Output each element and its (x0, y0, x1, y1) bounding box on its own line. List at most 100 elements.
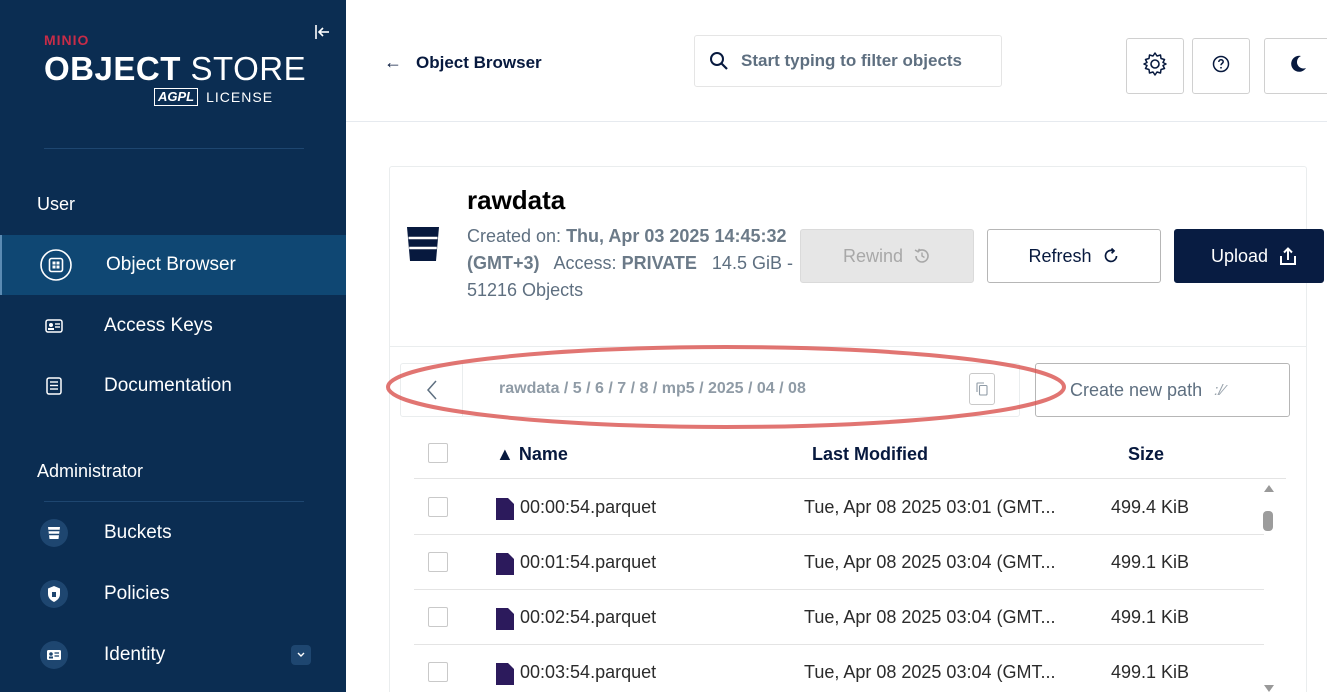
administrator-section-label: Administrator (37, 461, 144, 481)
sidebar-item-label: Buckets (104, 522, 172, 543)
column-header-size[interactable]: Size (1128, 444, 1164, 465)
new-path-icon: :/⁄ (1214, 381, 1225, 399)
license-label: LICENSE (206, 89, 274, 105)
row-checkbox[interactable] (428, 607, 448, 627)
sidebar-item-documentation[interactable]: Documentation (0, 356, 346, 416)
chevron-left-icon (426, 380, 437, 400)
column-header-name[interactable]: ▲ Name (496, 444, 568, 465)
chevron-down-icon[interactable] (291, 645, 311, 665)
moon-icon (1288, 54, 1308, 79)
table-scrollbar[interactable] (1262, 485, 1274, 692)
access-keys-icon (36, 308, 72, 344)
sidebar-item-label: Access Keys (104, 315, 213, 336)
file-icon (496, 608, 514, 635)
bucket-name: rawdata (467, 185, 566, 215)
file-name: 00:02:54.parquet (520, 607, 657, 627)
path-back-button[interactable] (401, 364, 463, 416)
dark-mode-button[interactable] (1264, 38, 1327, 94)
sidebar-item-label: Policies (104, 583, 170, 604)
file-icon (496, 498, 514, 525)
table-row[interactable]: 00:02:54.parquet Tue, Apr 08 2025 03:04 … (414, 590, 1264, 645)
select-all-checkbox[interactable] (428, 443, 448, 463)
access-label: Access: (553, 253, 622, 273)
refresh-icon (1104, 247, 1117, 263)
scroll-down-arrow-icon[interactable] (1264, 685, 1274, 692)
table-row[interactable]: 00:01:54.parquet Tue, Apr 08 2025 03:04 … (414, 535, 1264, 590)
documentation-icon (36, 368, 72, 404)
policy-icon (36, 576, 72, 612)
settings-icon (1142, 51, 1168, 82)
sidebar-item-label: Object Browser (106, 254, 236, 275)
table-row[interactable]: 00:00:54.parquet Tue, Apr 08 2025 03:01 … (414, 480, 1264, 535)
sidebar-item-object-browser[interactable]: Object Browser (0, 235, 346, 295)
sidebar-divider (44, 148, 304, 149)
brand-logo: MINIO OBJECT STORE AGPL LICENSE (44, 32, 307, 106)
collapse-sidebar-icon[interactable] (312, 22, 332, 44)
upload-label: Upload (1211, 245, 1269, 266)
file-size: 499.1 KiB (1111, 552, 1190, 572)
file-last-modified: Tue, Apr 08 2025 03:04 (GMT... (804, 607, 1056, 627)
settings-button[interactable] (1126, 38, 1184, 94)
upload-icon (1280, 247, 1297, 265)
file-last-modified: Tue, Apr 08 2025 03:04 (GMT... (804, 662, 1056, 682)
help-button[interactable] (1192, 38, 1250, 94)
sidebar-item-policies[interactable]: Policies (0, 564, 346, 624)
copy-icon (976, 382, 988, 396)
bucket-card: rawdata Created on: Thu, Apr 03 2025 14:… (386, 166, 1324, 692)
table-row[interactable]: 00:03:54.parquet Tue, Apr 08 2025 03:04 … (414, 645, 1264, 692)
refresh-button[interactable]: Refresh (987, 229, 1161, 283)
identity-icon (36, 637, 72, 673)
file-name: 00:01:54.parquet (520, 552, 657, 572)
row-checkbox[interactable] (428, 552, 448, 572)
file-icon (496, 663, 514, 690)
rewind-label: Rewind (842, 245, 904, 266)
search-box[interactable] (694, 35, 1002, 87)
create-new-path-label: Create new path (1070, 379, 1203, 400)
brand-minio: MINIO (44, 32, 90, 48)
access-value: PRIVATE (621, 253, 697, 273)
bucket-details: Created on: Thu, Apr 03 2025 14:45:32 (G… (467, 223, 812, 304)
file-name: 00:03:54.parquet (520, 662, 657, 682)
file-last-modified: Tue, Apr 08 2025 03:04 (GMT... (804, 552, 1056, 572)
object-browser-icon (38, 247, 74, 283)
top-bar: ← Object Browser (346, 0, 1327, 122)
user-section-label: User (37, 194, 76, 214)
path-breadcrumb-bar: rawdata / 5 / 6 / 7 / 8 / mp5 / 2025 / 0… (400, 363, 1020, 417)
scroll-up-arrow-icon[interactable] (1264, 485, 1274, 492)
sidebar-item-label: Documentation (104, 375, 232, 396)
brand-title: OBJECT STORE (44, 50, 307, 87)
search-icon (709, 51, 729, 71)
file-size: 499.4 KiB (1111, 497, 1190, 517)
sidebar: MINIO OBJECT STORE AGPL LICENSE User Obj… (0, 0, 346, 692)
sidebar-item-buckets[interactable]: Buckets (0, 503, 346, 563)
search-input[interactable] (741, 51, 981, 71)
upload-button[interactable]: Upload (1174, 229, 1324, 283)
sort-ascending-icon: ▲ (496, 444, 514, 464)
bucket-header: rawdata Created on: Thu, Apr 03 2025 14:… (390, 167, 1324, 347)
file-size: 499.1 KiB (1111, 662, 1190, 682)
sidebar-divider (44, 501, 304, 502)
refresh-label: Refresh (1028, 245, 1092, 266)
created-label: Created on: (467, 226, 567, 246)
rewind-button[interactable]: Rewind (800, 229, 974, 283)
file-size: 499.1 KiB (1111, 607, 1190, 627)
bucket-icon (406, 225, 440, 268)
breadcrumb[interactable]: rawdata / 5 / 6 / 7 / 8 / mp5 / 2025 / 0… (499, 380, 806, 398)
sidebar-item-access-keys[interactable]: Access Keys (0, 296, 346, 356)
agpl-logo: AGPL (154, 88, 199, 106)
row-checkbox[interactable] (428, 662, 448, 682)
file-last-modified: Tue, Apr 08 2025 03:01 (GMT... (804, 497, 1056, 517)
sidebar-item-identity[interactable]: Identity (0, 625, 346, 685)
history-icon (914, 248, 929, 263)
copy-path-button[interactable] (969, 373, 995, 405)
file-name: 00:00:54.parquet (520, 497, 657, 517)
arrow-left-icon: ← (384, 52, 402, 72)
column-header-last-modified[interactable]: Last Modified (812, 444, 928, 465)
scroll-thumb[interactable] (1263, 511, 1273, 531)
row-checkbox[interactable] (428, 497, 448, 517)
file-icon (496, 553, 514, 580)
back-to-object-browser-link[interactable]: ← Object Browser (384, 52, 542, 73)
table-header: ▲ Name Last Modified Size (414, 429, 1286, 479)
bucket-icon (36, 515, 72, 551)
create-new-path-button[interactable]: Create new path :/⁄ (1035, 363, 1290, 417)
